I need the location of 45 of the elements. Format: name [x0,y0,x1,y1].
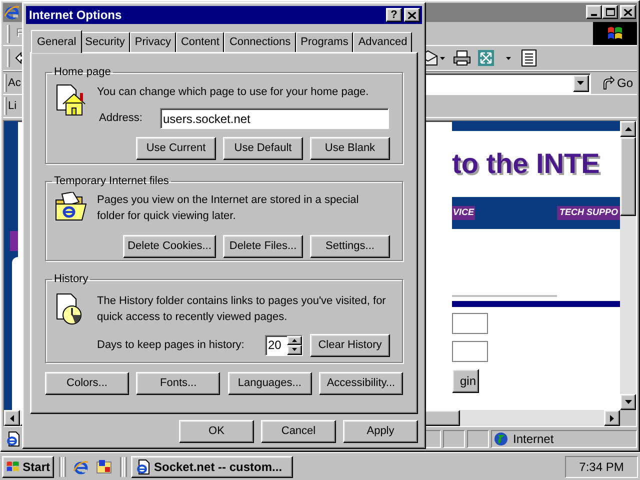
option-button[interactable]: Colors... [45,372,129,395]
tab[interactable]: Programs [296,32,354,52]
home-page-description: You can change which page to use for your home page. [97,84,370,100]
dialog-title: Internet Options [29,7,123,24]
option-button[interactable]: Accessibility... [318,372,403,395]
temporary-files-description: Pages you view on the Internet are stored in a special folder for quick viewing later. [97,192,360,224]
tab[interactable]: Security [80,32,130,52]
help-button[interactable]: ? [386,8,402,22]
tab[interactable]: Connections [224,32,296,52]
days-spinner[interactable]: 20 [265,334,303,356]
tab[interactable]: General [31,30,82,53]
days-label: Days to keep pages in history: [97,338,246,353]
nav-link[interactable]: TECH SUPPO [557,206,620,220]
home-page-button[interactable]: Use Current [136,137,216,160]
home-page-button[interactable]: Use Default [223,137,303,160]
address-label: Ac [8,76,21,91]
links-label[interactable]: Li [8,98,17,114]
task-button[interactable]: Socket.net -- custom... [131,456,293,478]
login-button[interactable]: gin [452,369,479,393]
group-title: Home page [53,65,112,80]
address-field[interactable]: users.socket.net [160,108,389,129]
go-button[interactable]: Go [600,74,633,92]
start-button[interactable]: Start [2,456,54,478]
days-value: 20 [267,337,282,354]
home-page-button[interactable]: Use Blank [310,137,390,160]
tab[interactable]: Privacy [130,32,176,52]
dialog-button[interactable]: Cancel [261,420,336,443]
dialog-button[interactable]: OK [179,420,254,443]
tab[interactable]: Content [176,32,224,52]
banner-heading: to the INTE [452,147,600,181]
temporary-files-button[interactable]: Delete Files... [223,234,303,258]
dialog-button[interactable]: Apply [343,420,418,443]
tab[interactable]: Advanced [353,32,412,52]
nav-link[interactable]: VICE [452,206,476,220]
option-button[interactable]: Languages... [228,372,312,395]
zone-label: Internet [513,431,554,448]
temporary-files-button[interactable]: Delete Cookies... [123,234,216,258]
history-description: The History folder contains links to pages you've visited, for quick access to recently viewed pages. [97,294,387,325]
clear-history-button[interactable]: Clear History [310,334,390,356]
group-title: Temporary Internet files [53,174,170,189]
temporary-files-button[interactable]: Settings... [310,234,390,258]
address-label: Address: [98,111,144,126]
group-title: History [53,272,90,287]
option-button[interactable]: Fonts... [136,372,220,395]
clock: 7:34 PM [565,456,638,478]
